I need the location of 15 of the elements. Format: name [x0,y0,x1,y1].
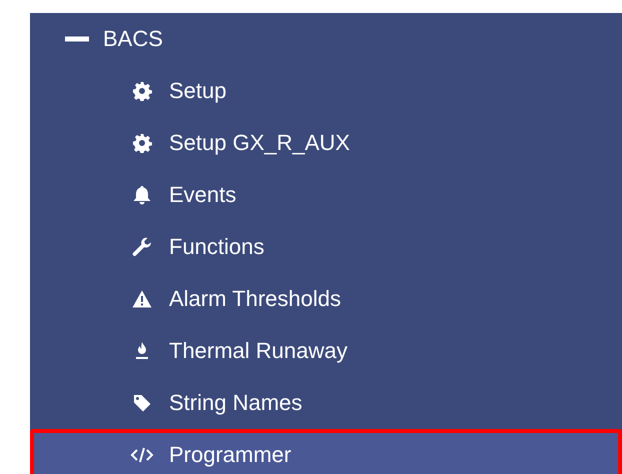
gear-icon [130,133,154,153]
code-icon [130,445,154,465]
menu-item[interactable]: Alarm Thresholds [30,273,622,325]
menu-item[interactable]: Events [30,169,622,221]
menu-item[interactable]: Functions [30,221,622,273]
menu-item[interactable]: Setup GX_R_AUX [30,117,622,169]
menu-item[interactable]: Thermal Runaway [30,325,622,377]
menu-item[interactable]: String Names [30,377,622,429]
menu-item[interactable]: Setup [30,65,622,117]
warning-icon [130,289,154,309]
collapse-icon[interactable] [65,36,89,42]
menu-item[interactable]: Programmer [30,429,622,474]
gear-icon [130,81,154,101]
tree-node-label[interactable]: BACS [103,26,163,52]
wrench-icon [130,237,154,257]
